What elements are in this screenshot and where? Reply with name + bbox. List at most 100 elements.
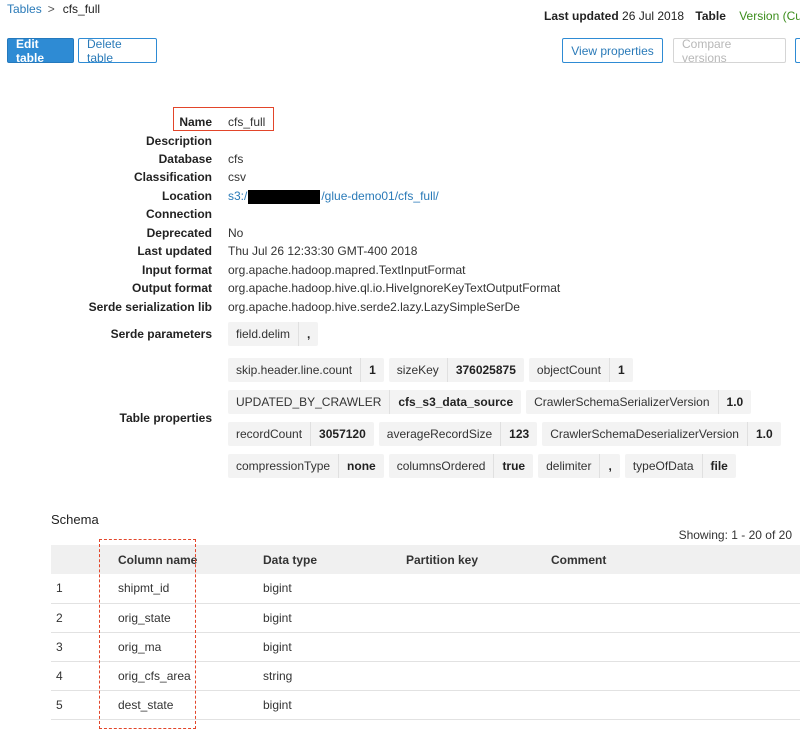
param-value: 376025875 [447,358,524,382]
column-comment [551,690,800,720]
breadcrumb-current: cfs_full [62,2,101,16]
param-key: CrawlerSchemaDeserializerVersion [542,422,748,446]
more-button[interactable] [795,38,800,63]
property-label: Deprecated [146,226,212,240]
column-header-type[interactable]: Data type [263,545,406,574]
param-chip: typeOfData file [624,454,736,478]
property-label: Last updated [137,244,212,258]
column-type: string [263,661,406,691]
param-key: skip.header.line.count [228,358,362,382]
param-key: UPDATED_BY_CRAWLER [228,390,391,414]
column-header-comment[interactable]: Comment [551,545,800,574]
pagination-info: Showing: 1 - 20 of 20 [678,528,792,542]
param-value: 1.0 [718,390,752,414]
property-classification: Classification csv [0,170,800,188]
param-value: , [600,454,620,478]
property-label: Classification [133,170,212,184]
column-header-partition[interactable]: Partition key [406,545,551,574]
param-value: , [299,322,319,346]
param-key: compressionType [228,454,340,478]
version-info: Last updated 26 Jul 2018 Table Version (… [544,9,800,23]
param-key: CrawlerSchemaSerializerVersion [526,390,719,414]
param-value: 1.0 [747,422,781,446]
param-value: true [494,454,534,478]
property-value: Thu Jul 26 12:33:30 GMT-400 2018 [228,244,418,258]
param-key: typeOfData [624,454,703,478]
column-partition [406,632,551,662]
param-chip: sizeKey 376025875 [388,358,524,382]
param-value: 1 [609,358,633,382]
location-prefix[interactable]: s3:/ [228,189,247,203]
last-updated-value: 26 Jul 2018 [622,9,685,23]
compare-versions-button: Compare versions [673,37,786,65]
param-key: field.delim [228,322,300,346]
param-chip: CrawlerSchemaDeserializerVersion 1.0 [542,422,781,446]
table-label: Table [695,9,726,23]
version-status[interactable]: Version (Curre [739,9,800,23]
param-chip: CrawlerSchemaSerializerVersion 1.0 [526,390,752,414]
param-value: file [702,454,736,478]
breadcrumb-tables-link[interactable]: Tables [7,2,42,16]
column-comment [551,661,800,691]
param-key: sizeKey [388,358,448,382]
column-type: bigint [263,603,406,633]
property-label: Input format [142,263,212,277]
breadcrumb-separator-icon: > [47,2,55,16]
annotation-box-column-name [99,539,196,729]
location-suffix[interactable]: /glue-demo01/cfs_full/ [321,189,438,203]
column-partition [406,603,551,633]
param-key: columnsOrdered [388,454,495,478]
property-description: Description [0,134,800,152]
param-chip: objectCount 1 [528,358,633,382]
param-chip: delimiter, [538,454,620,478]
property-deprecated: Deprecated No [0,226,800,244]
param-value: none [339,454,384,478]
param-chip: columnsOrdered true [388,454,534,478]
column-comment [551,632,800,662]
param-value: 3057120 [311,422,374,446]
edit-table-button[interactable]: Edit table [7,37,74,65]
property-output-format: Output format org.apache.hadoop.hive.ql.… [0,281,800,299]
delete-table-button[interactable]: Delete table [78,37,157,65]
column-partition [406,574,551,604]
property-value: org.apache.hadoop.hive.serde2.lazy.LazyS… [228,300,520,314]
param-chip: skip.header.line.count 1 [228,358,384,382]
param-chip: field.delim, [228,322,319,346]
property-value: No [228,226,244,240]
property-name: Name cfs_full [0,115,800,133]
redacted-bucket [248,189,321,204]
column-comment [551,574,800,604]
property-label: Connection [146,207,212,221]
param-key: delimiter [538,454,601,478]
property-connection: Connection [0,207,800,225]
property-serde-params: Serde parameters [0,327,800,345]
table-properties-row: UPDATED_BY_CRAWLER cfs_s3_data_source Cra… [228,390,752,414]
property-label: Serde parameters [110,327,212,341]
serde-params-chips: field.delim, [228,322,319,346]
column-partition [406,690,551,720]
property-label: Database [158,152,212,166]
view-properties-button[interactable]: View properties [562,38,663,63]
breadcrumb: Tables > cfs_full [7,2,100,16]
param-key: objectCount [528,358,610,382]
last-updated-label: Last updated [544,9,619,23]
param-value: 1 [361,358,384,382]
property-input-format: Input format org.apache.hadoop.mapred.Te… [0,263,800,281]
property-label: Description [145,134,212,148]
column-type: bigint [263,574,406,604]
param-chip: UPDATED_BY_CRAWLER cfs_s3_data_source [228,390,522,414]
property-database: Database cfs [0,152,800,170]
column-type: bigint [263,690,406,720]
param-key: averageRecordSize [378,422,502,446]
property-value: cfs [228,152,244,166]
column-comment [551,603,800,633]
schema-title: Schema [51,512,99,527]
param-key: recordCount [228,422,312,446]
property-label: Output format [132,281,212,295]
property-label: Serde serialization lib [88,300,212,314]
property-value: org.apache.hadoop.hive.ql.io.HiveIgnoreK… [228,281,561,295]
location-link[interactable]: s3:/ /glue-demo01/cfs_full/ [228,189,439,204]
property-last-updated: Last updated Thu Jul 26 12:33:30 GMT-400… [0,244,800,262]
table-properties-row: compressionType none columnsOrdered true d… [228,454,736,478]
param-chip: compressionType none [228,454,384,478]
